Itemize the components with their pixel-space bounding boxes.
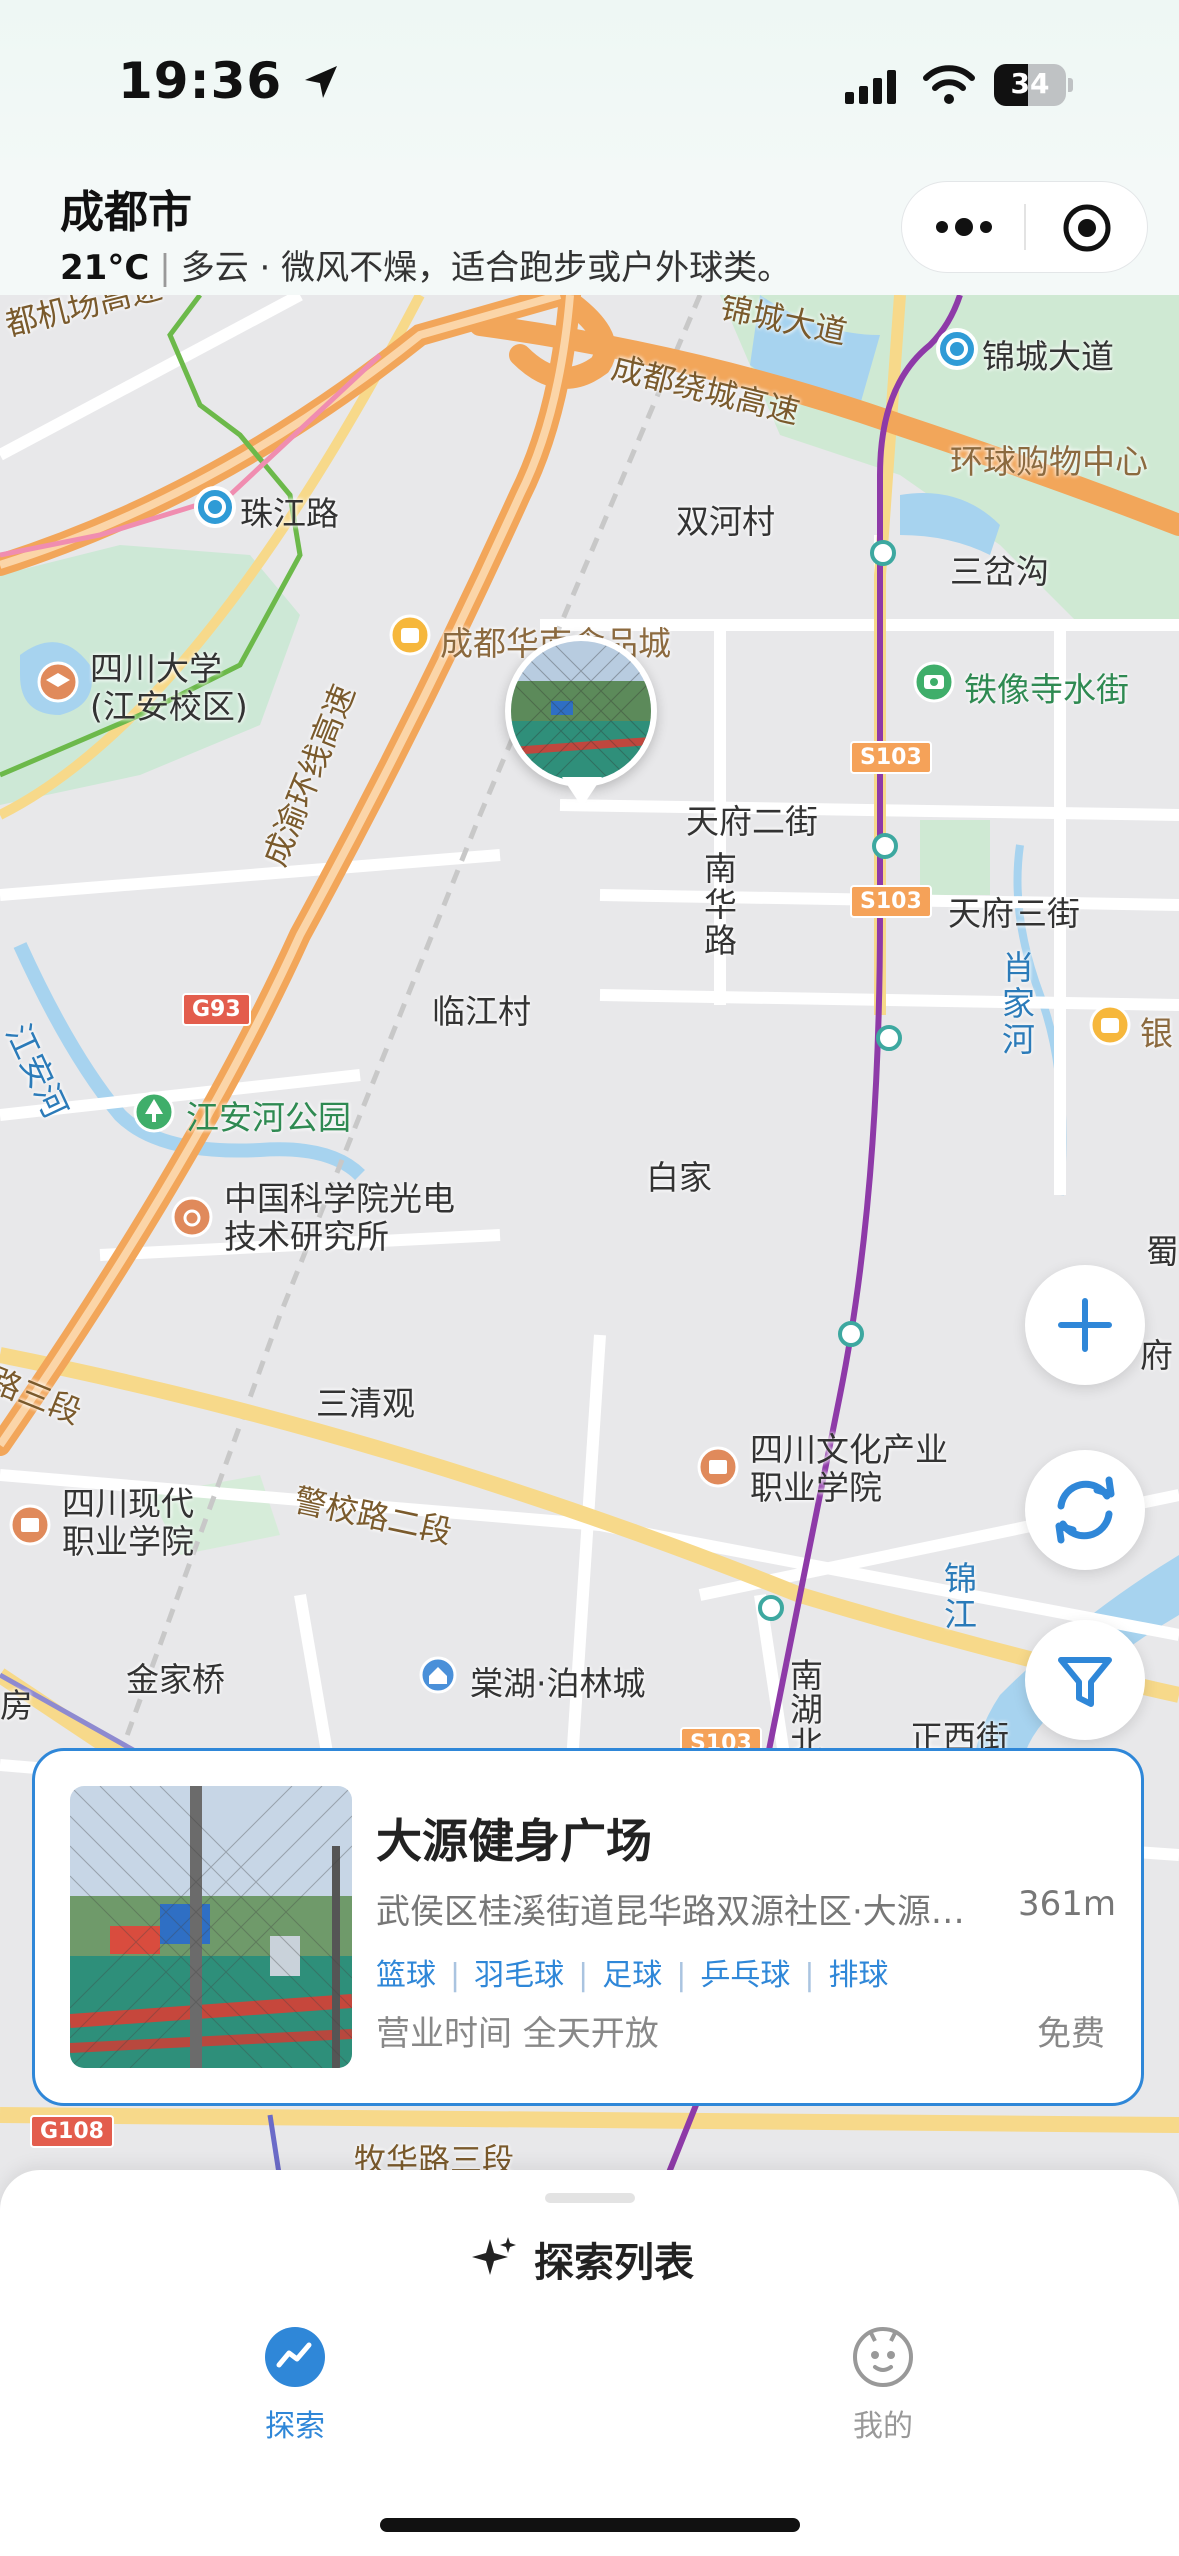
time-text: 19:36 — [118, 52, 283, 110]
sport-tag: 羽毛球 — [474, 1958, 565, 1993]
venue-map-marker[interactable] — [505, 635, 657, 787]
weather-info: 21°C | 多云 · 微风不燥，适合跑步或户外球类。 — [60, 240, 791, 289]
map-label: 银 — [1140, 1014, 1173, 1053]
map-label: 棠湖·泊林城 — [470, 1664, 646, 1703]
bottom-sheet — [0, 2170, 1179, 2556]
cellular-signal-icon — [845, 70, 896, 104]
school-icon[interactable] — [696, 1445, 740, 1489]
university-icon[interactable] — [36, 660, 80, 704]
metro-station[interactable] — [876, 1025, 902, 1051]
venue-address: 武侯区桂溪街道昆华路双源社区·大源… — [376, 1892, 965, 1932]
road-badge: G93 — [182, 993, 251, 1026]
map-label: 天府二街 — [686, 802, 818, 841]
metro-station-icon[interactable] — [193, 485, 237, 529]
sport-tag: 排球 — [828, 1958, 889, 1993]
shopping-icon[interactable] — [1088, 1003, 1132, 1047]
map-label: 珠江路 — [240, 494, 339, 533]
filter-icon — [1058, 1657, 1112, 1707]
map-label: 肖家河 — [1002, 948, 1035, 1059]
map-label: 锦城大道 — [982, 337, 1114, 376]
filter-button[interactable] — [1025, 1620, 1145, 1740]
venue-name: 大源健身广场 — [376, 1814, 652, 1868]
wifi-icon — [923, 65, 975, 104]
location-arrow-icon — [304, 66, 337, 98]
status-time: 19:36 — [118, 52, 341, 110]
venue-distance: 361m — [1018, 1884, 1117, 1924]
venue-photo-image — [70, 1786, 352, 2068]
school-icon[interactable] — [8, 1503, 52, 1547]
map-label: 锦 江 — [944, 1559, 977, 1634]
explore-icon — [265, 2327, 325, 2387]
map-label: 三清观 — [316, 1384, 415, 1423]
tab-profile[interactable]: 我的 — [793, 2325, 973, 2445]
map-label: 房 — [0, 1686, 33, 1725]
venue-thumbnail — [511, 641, 651, 781]
map-label: 金家桥 — [126, 1660, 225, 1699]
map-label: 南华路 — [704, 849, 737, 960]
venue-price: 免费 — [1037, 2014, 1105, 2054]
venue-photo[interactable] — [70, 1786, 352, 2068]
zoom-in-button[interactable] — [1025, 1265, 1145, 1385]
metro-station[interactable] — [838, 1321, 864, 1347]
profile-icon — [853, 2327, 913, 2387]
metro-station[interactable] — [872, 833, 898, 859]
refresh-button[interactable] — [1025, 1450, 1145, 1570]
residence-icon[interactable] — [418, 1655, 458, 1695]
weather-separator: | — [159, 248, 171, 288]
tab-explore[interactable]: 探索 — [205, 2325, 385, 2445]
battery-icon: 34 — [994, 64, 1074, 106]
institute-icon[interactable] — [170, 1195, 214, 1239]
refresh-icon — [1055, 1476, 1115, 1544]
map-label: 白家 — [646, 1158, 712, 1197]
more-icon[interactable] — [934, 213, 994, 241]
map-label: 铁像寺水街 — [964, 670, 1129, 709]
mini-program-capsule — [902, 182, 1147, 272]
sport-tag: 足球 — [602, 1958, 663, 1993]
battery-level: 34 — [1010, 67, 1050, 100]
temperature: 21°C — [60, 248, 150, 288]
road-badge: G108 — [30, 2115, 114, 2148]
park-icon[interactable] — [132, 1090, 176, 1134]
home-indicator[interactable] — [380, 2518, 800, 2532]
map-label: 四川现代 职业学院 — [62, 1484, 194, 1561]
city-name[interactable]: 成都市 — [60, 176, 192, 240]
scenic-spot-icon[interactable] — [912, 660, 956, 704]
shopping-icon[interactable] — [388, 613, 432, 657]
map-label: 南 湖 北 — [790, 1656, 823, 1763]
sport-tags: 篮球 | 羽毛球 | 足球 | 乒乓球 | 排球 — [376, 1958, 889, 1993]
metro-station[interactable] — [758, 1595, 784, 1621]
explore-list-button[interactable]: 探索列表 — [470, 2229, 694, 2289]
sparkle-icon — [472, 2237, 516, 2275]
tab-profile-label: 我的 — [853, 2409, 913, 2444]
sport-tag: 乒乓球 — [700, 1958, 791, 1993]
road-badge: S103 — [850, 885, 932, 918]
explore-list-label: 探索列表 — [534, 2240, 694, 2286]
map-label: 临江村 — [432, 992, 531, 1031]
map-label: 江安河公园 — [186, 1098, 351, 1137]
metro-station[interactable] — [870, 540, 896, 566]
tab-explore-label: 探索 — [265, 2409, 325, 2444]
sheet-drag-handle[interactable] — [545, 2193, 635, 2203]
map-label: 中国科学院光电 技术研究所 — [224, 1179, 455, 1256]
map-label: 天府三街 — [948, 894, 1080, 933]
weather-description: 多云 · 微风不燥，适合跑步或户外球类。 — [180, 248, 792, 288]
map-label: 三岔沟 — [950, 552, 1049, 591]
sport-tag: 篮球 — [376, 1958, 436, 1993]
close-mini-program-icon[interactable] — [1062, 203, 1112, 253]
metro-station-icon[interactable] — [935, 327, 979, 371]
road-badge: S103 — [850, 741, 932, 774]
opening-hours: 营业时间 全天开放 — [376, 2014, 659, 2054]
map-label: 四川文化产业 职业学院 — [750, 1430, 948, 1507]
capsule-divider — [1024, 204, 1026, 250]
map-label: 四川大学 (江安校区) — [90, 649, 248, 726]
map-label: 环球购物中心 — [950, 442, 1148, 481]
map-label: 蜀 — [1146, 1232, 1179, 1271]
map-label: 双河村 — [676, 502, 775, 541]
plus-icon — [1058, 1298, 1112, 1352]
